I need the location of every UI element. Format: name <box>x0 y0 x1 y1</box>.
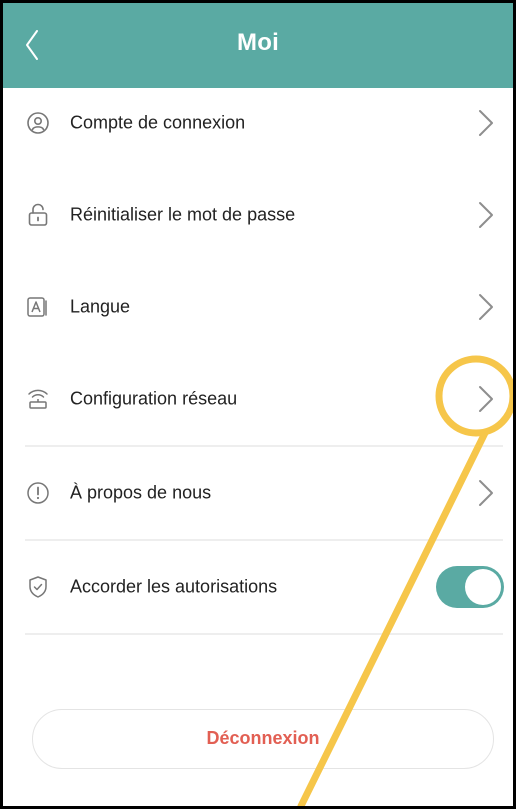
chevron-right-icon <box>479 202 493 228</box>
chevron-right-icon <box>479 386 493 412</box>
language-icon <box>27 297 47 317</box>
shield-check-icon <box>29 576 47 598</box>
menu-item-grant-permissions: Accorder les autorisations <box>3 541 513 633</box>
menu-item-language[interactable]: Langue <box>3 261 513 353</box>
menu-item-label: Langue <box>70 296 131 317</box>
logout-button[interactable]: Déconnexion <box>32 709 494 769</box>
divider <box>25 633 503 635</box>
toggle-knob <box>465 569 501 605</box>
info-icon <box>27 482 49 504</box>
menu-item-label: Accorder les autorisations <box>70 576 278 597</box>
permissions-toggle[interactable] <box>436 566 504 608</box>
menu-item-login-account[interactable]: Compte de connexion <box>3 77 513 169</box>
chevron-right-icon <box>479 480 493 506</box>
app-screen: Moi Compte de connexion Réinitialiser le… <box>0 0 516 809</box>
page-title: Moi <box>237 29 279 56</box>
menu-item-about-us[interactable]: À propos de nous <box>3 447 513 539</box>
menu-item-network-config[interactable]: Configuration réseau <box>3 353 513 445</box>
user-circle-icon <box>27 112 49 134</box>
menu-item-label: À propos de nous <box>70 482 212 503</box>
menu-item-label: Réinitialiser le mot de passe <box>70 204 296 225</box>
header-bar: Moi <box>3 3 513 88</box>
menu-item-label: Configuration réseau <box>70 388 238 409</box>
lock-icon <box>28 203 48 226</box>
router-icon <box>28 389 48 409</box>
menu-item-label: Compte de connexion <box>70 112 246 133</box>
chevron-right-icon <box>479 294 493 320</box>
menu-item-reset-password[interactable]: Réinitialiser le mot de passe <box>3 169 513 261</box>
chevron-right-icon <box>479 110 493 136</box>
